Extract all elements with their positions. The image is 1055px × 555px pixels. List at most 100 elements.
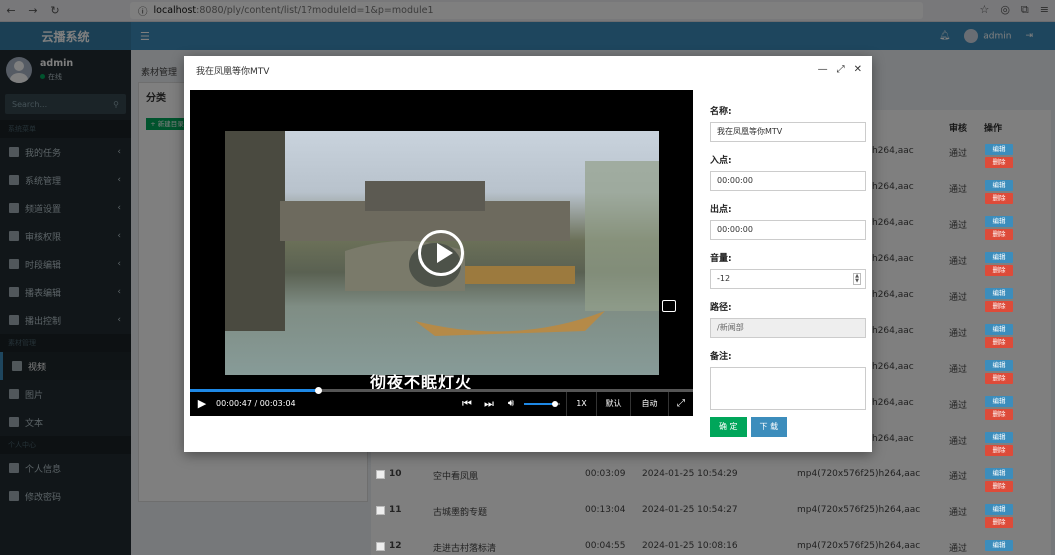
- row-name[interactable]: 空中看凤凰: [433, 469, 478, 482]
- confirm-button[interactable]: 确 定: [710, 417, 747, 437]
- volume-stepper[interactable]: -12 ▲ ▼: [710, 269, 866, 289]
- edit-button[interactable]: 编辑: [985, 180, 1013, 191]
- row-review: 通过: [949, 293, 968, 303]
- edit-button[interactable]: 编辑: [985, 468, 1013, 479]
- picture-in-picture-icon[interactable]: [662, 300, 676, 312]
- delete-button[interactable]: 删除: [985, 373, 1013, 384]
- row-id: 10: [389, 469, 402, 479]
- edit-button[interactable]: 编辑: [985, 396, 1013, 407]
- edit-button[interactable]: 编辑: [985, 288, 1013, 299]
- name-field[interactable]: 我在凤凰等你MTV: [710, 122, 866, 142]
- edit-form: 名称: 我在凤凰等你MTV 入点: 00:00:00 出点: 00:00:00 …: [710, 104, 866, 437]
- delete-button[interactable]: 删除: [985, 265, 1013, 276]
- row-format-tail: h264,aac: [872, 290, 914, 300]
- table-row: 12 走进古村落标清 00:04:55 2024-01-25 10:08:16 …: [373, 533, 1023, 555]
- edit-button[interactable]: 编辑: [985, 144, 1013, 155]
- edit-button[interactable]: 编辑: [985, 360, 1013, 371]
- edit-button[interactable]: 编辑: [985, 504, 1013, 515]
- edit-button[interactable]: 编辑: [985, 252, 1013, 263]
- delete-button[interactable]: 删除: [985, 517, 1013, 528]
- out-point-field[interactable]: 00:00:00: [710, 220, 866, 240]
- volume-icon[interactable]: 🔊︎: [504, 392, 518, 416]
- table-row: 10 空中看凤凰 00:03:09 2024-01-25 10:54:29 mp…: [373, 461, 1023, 497]
- fullscreen-icon[interactable]: ⤢: [668, 392, 693, 416]
- mode-button[interactable]: 自动: [630, 392, 668, 416]
- edit-button[interactable]: 编辑: [985, 540, 1013, 551]
- table-row: 11 古城墨韵专题 00:13:04 2024-01-25 10:54:27 m…: [373, 497, 1023, 533]
- volume-label: 音量:: [710, 254, 732, 264]
- row-format: mp4(720x576f25)h264,aac: [797, 469, 921, 479]
- row-format-tail: h264,aac: [872, 146, 914, 156]
- row-review: 通过: [949, 185, 968, 195]
- row-time: 2024-01-25 10:08:16: [642, 541, 738, 551]
- modal-title: 我在凤凰等你MTV: [196, 66, 270, 77]
- row-id: 11: [389, 505, 402, 515]
- row-review: 通过: [949, 472, 968, 482]
- note-label: 备注:: [710, 352, 732, 362]
- delete-button[interactable]: 删除: [985, 481, 1013, 492]
- row-review: 通过: [949, 365, 968, 375]
- quality-button[interactable]: 默认: [596, 392, 630, 416]
- stepper-arrows-icon[interactable]: ▲ ▼: [853, 273, 861, 285]
- edit-button[interactable]: 编辑: [985, 216, 1013, 227]
- row-format: mp4(720x576f25)h264,aac: [797, 505, 921, 515]
- row-review: 通过: [949, 329, 968, 339]
- row-name[interactable]: 走进古村落标清: [433, 541, 496, 554]
- row-format-tail: h264,aac: [872, 326, 914, 336]
- close-icon[interactable]: ✕: [854, 64, 862, 75]
- path-field: /新闻部: [710, 318, 866, 338]
- next-frame-icon[interactable]: ⏭︎: [480, 392, 498, 416]
- video-player[interactable]: 彻夜不眠灯火 ▶ 00:00:47 / 00:03:04 ⏮︎ ⏭︎ 🔊︎ 1X…: [190, 90, 693, 416]
- minimize-icon[interactable]: —: [818, 64, 828, 75]
- delete-button[interactable]: 删除: [985, 445, 1013, 456]
- play-overlay-icon[interactable]: [418, 230, 464, 276]
- row-format-tail: h264,aac: [872, 182, 914, 192]
- out-label: 出点:: [710, 205, 732, 215]
- in-point-field[interactable]: 00:00:00: [710, 171, 866, 191]
- row-time: 2024-01-25 10:54:27: [642, 505, 738, 515]
- row-review: 通过: [949, 508, 968, 518]
- volume-slider[interactable]: [524, 392, 560, 416]
- speed-button[interactable]: 1X: [566, 392, 596, 416]
- path-label: 路径:: [710, 303, 732, 313]
- maximize-icon[interactable]: ⤢: [837, 64, 845, 75]
- prev-frame-icon[interactable]: ⏮︎: [458, 392, 476, 416]
- row-format-tail: h264,aac: [872, 362, 914, 372]
- row-review: 通过: [949, 437, 968, 447]
- time-display: 00:00:47 / 00:03:04: [216, 399, 296, 408]
- row-format: mp4(720x576f25)h264,aac: [797, 541, 921, 551]
- row-checkbox[interactable]: [376, 506, 385, 515]
- row-checkbox[interactable]: [376, 470, 385, 479]
- note-textarea[interactable]: [710, 367, 866, 410]
- row-id: 12: [389, 541, 402, 551]
- volume-value: -12: [717, 274, 731, 283]
- row-review: 通过: [949, 221, 968, 231]
- edit-button[interactable]: 编辑: [985, 432, 1013, 443]
- row-format-tail: h264,aac: [872, 218, 914, 228]
- delete-button[interactable]: 删除: [985, 409, 1013, 420]
- delete-button[interactable]: 删除: [985, 337, 1013, 348]
- delete-button[interactable]: 删除: [985, 193, 1013, 204]
- delete-button[interactable]: 删除: [985, 157, 1013, 168]
- row-review: 通过: [949, 257, 968, 267]
- row-review: 通过: [949, 149, 968, 159]
- edit-button[interactable]: 编辑: [985, 324, 1013, 335]
- row-duration: 00:03:09: [585, 469, 626, 479]
- download-button[interactable]: 下 载: [750, 417, 788, 437]
- player-controls: ▶ 00:00:47 / 00:03:04 ⏮︎ ⏭︎ 🔊︎ 1X 默认 自动 …: [190, 392, 693, 416]
- play-icon[interactable]: ▶: [194, 392, 210, 416]
- name-label: 名称:: [710, 107, 732, 117]
- video-edit-modal: 我在凤凰等你MTV — ⤢ ✕ 彻夜不眠灯火 ▶ 00:00:47 / 00:0…: [184, 56, 872, 452]
- row-name[interactable]: 古城墨韵专题: [433, 505, 487, 518]
- delete-button[interactable]: 删除: [985, 301, 1013, 312]
- row-format-tail: h264,aac: [872, 398, 914, 408]
- delete-button[interactable]: 删除: [985, 229, 1013, 240]
- row-duration: 00:04:55: [585, 541, 626, 551]
- row-checkbox[interactable]: [376, 542, 385, 551]
- row-review: 通过: [949, 401, 968, 411]
- row-format-tail: h264,aac: [872, 254, 914, 264]
- in-label: 入点:: [710, 156, 732, 166]
- row-format-tail: h264,aac: [872, 434, 914, 444]
- row-duration: 00:13:04: [585, 505, 626, 515]
- row-review: 通过: [949, 544, 968, 554]
